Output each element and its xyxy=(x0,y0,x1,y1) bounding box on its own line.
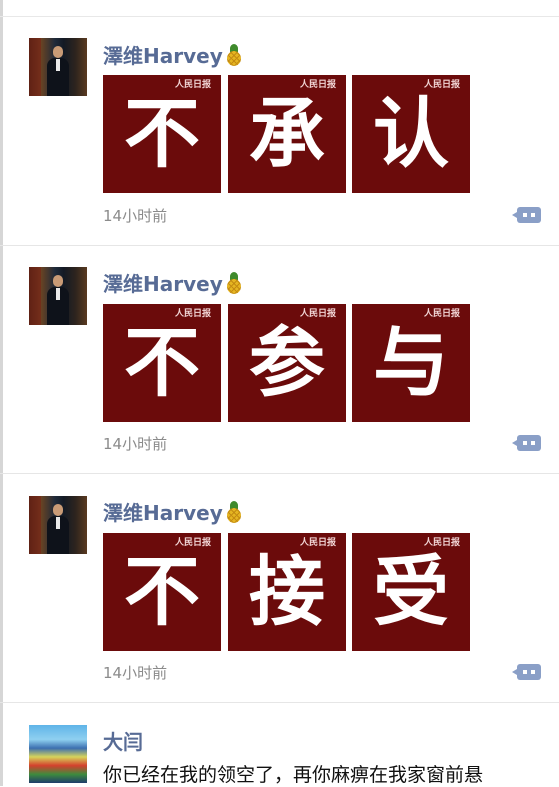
author-name[interactable]: 大闫 xyxy=(103,726,143,755)
image-logo: 人民日报 xyxy=(299,80,336,90)
image-character: 与 xyxy=(373,318,449,407)
comment-icon[interactable] xyxy=(512,435,541,451)
author-name-text[interactable]: 澤维Harvey xyxy=(103,501,223,525)
post-image[interactable]: 人民日报 认 xyxy=(352,75,470,193)
post-image[interactable]: 人民日报 不 xyxy=(103,533,221,651)
author-name[interactable]: 澤维Harvey xyxy=(103,268,243,297)
comment-icon[interactable] xyxy=(512,207,541,223)
image-character: 不 xyxy=(124,89,200,178)
image-logo: 人民日报 xyxy=(423,538,460,548)
image-logo: 人民日报 xyxy=(174,538,211,548)
author-name-text[interactable]: 澤维Harvey xyxy=(103,44,223,68)
author-name-text[interactable]: 大闫 xyxy=(103,730,143,754)
image-character: 接 xyxy=(249,547,325,636)
post-image[interactable]: 人民日报 不 xyxy=(103,75,221,193)
post-image[interactable]: 人民日报 与 xyxy=(352,304,470,422)
post-image[interactable]: 人民日报 接 xyxy=(228,533,346,651)
image-character: 受 xyxy=(373,547,449,636)
author-name[interactable]: 澤维Harvey xyxy=(103,40,243,69)
post-divider xyxy=(0,473,559,474)
author-name[interactable]: 澤维Harvey xyxy=(103,497,243,526)
post-image[interactable]: 人民日报 受 xyxy=(352,533,470,651)
author-name-text[interactable]: 澤维Harvey xyxy=(103,272,223,296)
left-edge-rule xyxy=(0,0,3,786)
avatar[interactable] xyxy=(29,496,87,554)
image-character: 承 xyxy=(249,89,325,178)
post-divider xyxy=(0,245,559,246)
comment-icon[interactable] xyxy=(512,664,541,680)
image-character: 认 xyxy=(373,89,449,178)
image-logo: 人民日报 xyxy=(174,309,211,319)
post-time: 14小时前 xyxy=(103,664,168,682)
pineapple-icon xyxy=(225,44,243,66)
post-text: 你已经在我的领空了，再你麻痹在我家窗前悬 xyxy=(103,764,484,786)
image-logo: 人民日报 xyxy=(423,309,460,319)
avatar[interactable] xyxy=(29,267,87,325)
post-image[interactable]: 人民日报 参 xyxy=(228,304,346,422)
image-character: 参 xyxy=(249,318,325,407)
post-image[interactable]: 人民日报 不 xyxy=(103,304,221,422)
image-logo: 人民日报 xyxy=(423,80,460,90)
post-time: 14小时前 xyxy=(103,207,168,225)
image-logo: 人民日报 xyxy=(299,538,336,548)
top-divider xyxy=(0,16,559,17)
avatar[interactable] xyxy=(29,38,87,96)
avatar[interactable] xyxy=(29,725,87,783)
image-character: 不 xyxy=(124,547,200,636)
post-time: 14小时前 xyxy=(103,435,168,453)
pineapple-icon xyxy=(225,501,243,523)
image-logo: 人民日报 xyxy=(174,80,211,90)
pineapple-icon xyxy=(225,272,243,294)
image-logo: 人民日报 xyxy=(299,309,336,319)
post-image[interactable]: 人民日报 承 xyxy=(228,75,346,193)
post-divider xyxy=(0,702,559,703)
image-character: 不 xyxy=(124,318,200,407)
